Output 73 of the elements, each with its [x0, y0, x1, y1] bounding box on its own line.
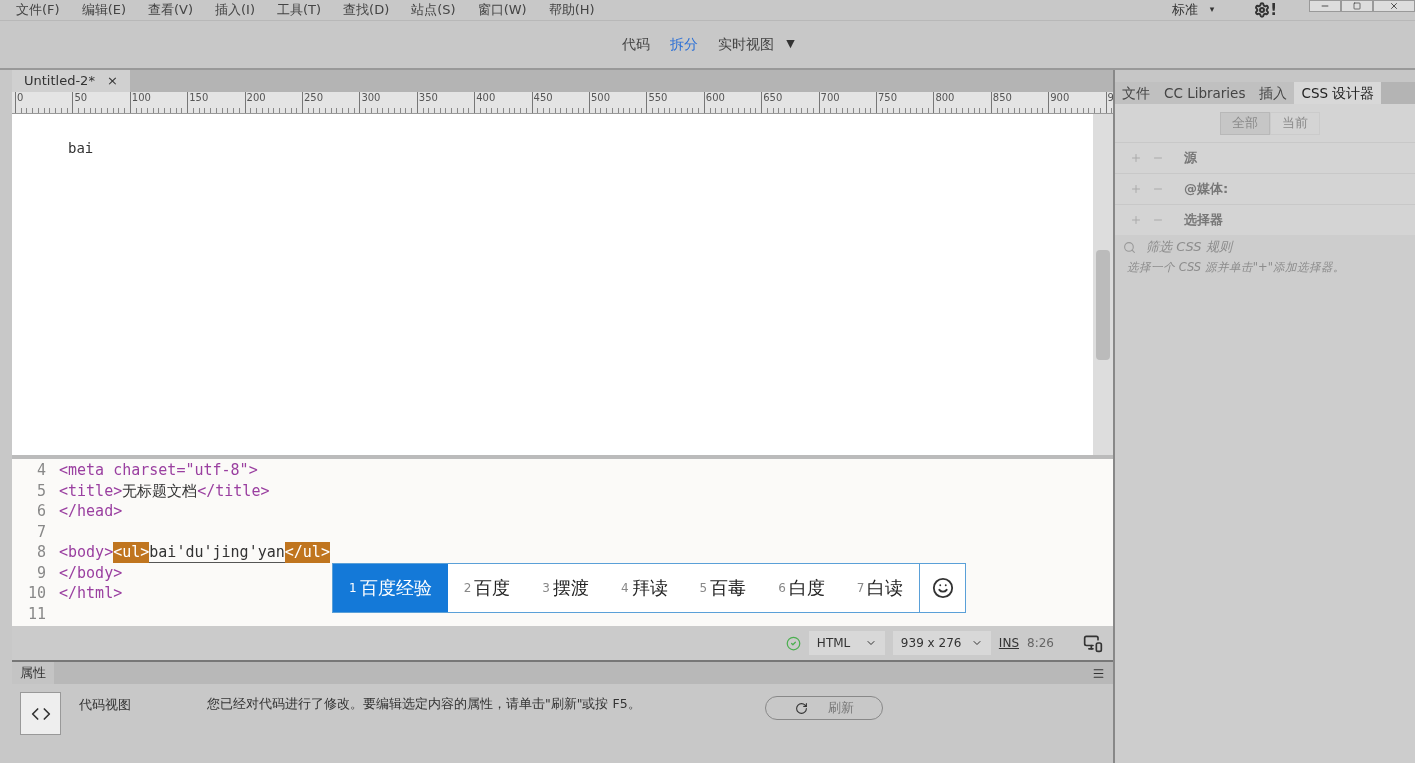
document-tab[interactable]: Untitled-2* ×	[12, 70, 130, 92]
menu-item[interactable]: 工具(T)	[277, 0, 322, 20]
workspace-dropdown[interactable]: 标准 ▾	[1163, 0, 1223, 20]
candidate-item[interactable]: 6 白度	[762, 564, 841, 612]
devices-icon[interactable]	[1083, 633, 1103, 653]
code-token: <ul>	[113, 542, 150, 563]
menu-item[interactable]: 查找(D)	[343, 0, 390, 20]
code-view-icon	[20, 692, 61, 735]
code-token: </head>	[59, 501, 123, 522]
view-label: 代码视图	[79, 696, 132, 714]
close-button[interactable]	[1373, 0, 1415, 12]
code-token: </ul>	[284, 542, 330, 563]
menu-item[interactable]: 站点(S)	[411, 0, 456, 20]
code-token: </body>	[59, 562, 123, 583]
line-number: 11	[26, 603, 47, 624]
sync-settings-button[interactable]: !	[1254, 0, 1277, 22]
menu-item[interactable]: 编辑(E)	[81, 0, 126, 20]
maximize-icon	[1353, 2, 1361, 10]
emoji-icon[interactable]	[932, 577, 954, 599]
menu-item[interactable]: 文件(F)	[16, 0, 60, 20]
minimize-button[interactable]	[1309, 0, 1341, 12]
code-token: </title>	[197, 480, 270, 501]
design-text: bai	[68, 140, 94, 156]
properties-message: 您已经对代码进行了修改。要编辑选定内容的属性，请单击"刷新"或按 F5。	[207, 695, 642, 713]
maximize-button[interactable]	[1341, 0, 1373, 12]
language-dropdown[interactable]: HTML	[808, 631, 885, 655]
cursor-position: 8:26	[1027, 635, 1055, 652]
search-icon	[1123, 240, 1136, 254]
window-size-dropdown[interactable]: 939 x 276	[892, 631, 991, 655]
menu-item[interactable]: 插入(I)	[215, 0, 255, 20]
menu-item[interactable]: 窗口(W)	[477, 0, 527, 20]
properties-tab[interactable]: 属性	[12, 662, 54, 684]
code-token: <body>	[59, 542, 114, 563]
panel-menu-icon[interactable]	[1092, 666, 1105, 680]
insert-mode[interactable]: INS	[998, 634, 1019, 652]
code-token: </html>	[59, 583, 123, 604]
menu-item[interactable]: 帮助(H)	[548, 0, 595, 20]
line-number: 7	[35, 521, 47, 542]
add-icon[interactable]	[1130, 214, 1142, 226]
candidate-item[interactable]: 1 百度经验	[333, 564, 448, 612]
line-number: 6	[35, 501, 47, 522]
code-token: bai'du'jing'yan	[149, 542, 285, 563]
candidate-item[interactable]: 5 百毒	[683, 564, 763, 612]
line-number: 5	[35, 480, 47, 501]
panel-tab[interactable]: 插入	[1252, 82, 1295, 104]
line-number: 9	[35, 562, 47, 583]
line-number: 10	[26, 583, 47, 604]
candidate-item[interactable]: 4 拜读	[604, 564, 684, 612]
add-icon[interactable]	[1130, 152, 1142, 164]
panel-tab[interactable]: CSS 设计器	[1294, 82, 1382, 104]
filter-field[interactable]: 筛选 CSS 规则	[1146, 237, 1346, 257]
candidate-item[interactable]: 3 摆渡	[526, 564, 605, 612]
close-icon	[1389, 1, 1399, 11]
panel-tab[interactable]: CC Libraries	[1157, 82, 1253, 104]
code-token: <title>	[59, 480, 123, 501]
line-number: 4	[35, 460, 47, 481]
code-token: 无标题文档	[122, 480, 198, 501]
view-menu-caret[interactable]: ▼	[786, 36, 795, 53]
view-mode-tab[interactable]: 实时视图	[718, 34, 775, 55]
candidate-item[interactable]: 7 白读	[840, 564, 920, 612]
gear-icon	[1254, 2, 1271, 18]
add-icon[interactable]	[1130, 183, 1142, 195]
line-number: 8	[35, 542, 47, 563]
refresh-icon	[794, 701, 808, 715]
panel-tab[interactable]: 文件	[1115, 82, 1157, 104]
code-token: <meta charset="utf-8">	[59, 460, 258, 481]
css-hint: 选择一个 CSS 源并单击"+"添加选择器。	[1126, 259, 1346, 276]
menu-item[interactable]: 查看(V)	[148, 0, 194, 20]
candidate-item[interactable]: 2 百度	[447, 564, 527, 612]
valid-check-icon	[785, 635, 801, 651]
ruler: 0 50 100 150 200 250 300 350 400 450 500 550 600 650 700 750 800 850 900 9	[12, 92, 1113, 114]
tab-close[interactable]: ×	[106, 71, 118, 91]
view-mode-tab[interactable]: 代码	[622, 34, 651, 55]
